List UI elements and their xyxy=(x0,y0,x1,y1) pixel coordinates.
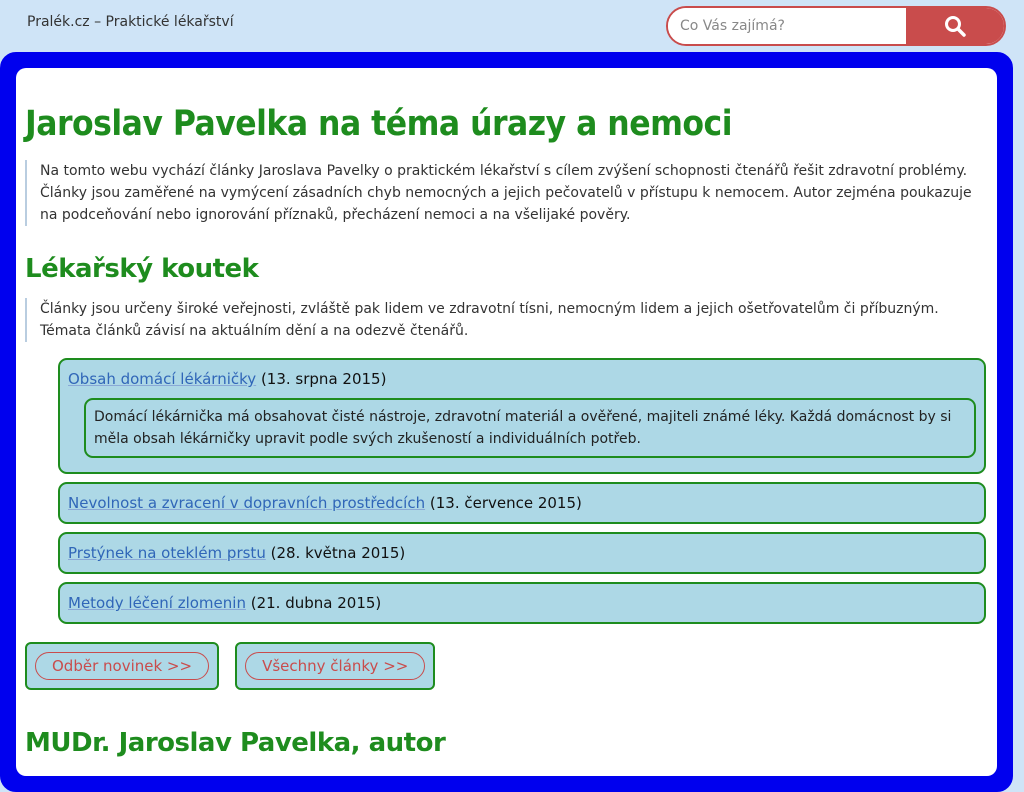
article-date: (13. srpna 2015) xyxy=(260,370,387,388)
article-date: (13. července 2015) xyxy=(429,494,582,512)
article-item: Metody léčení zlomenin (21. dubna 2015) xyxy=(58,582,986,624)
search-button[interactable] xyxy=(906,8,1004,44)
section-description: Články jsou určeny široké veřejnosti, zv… xyxy=(25,298,993,342)
article-link[interactable]: Metody léčení zlomenin xyxy=(68,594,246,612)
article-item: Obsah domácí lékárničky (13. srpna 2015)… xyxy=(58,358,986,474)
article-link[interactable]: Prstýnek na oteklém prstu xyxy=(68,544,266,562)
main-frame: Jaroslav Pavelka na téma úrazy a nemoci … xyxy=(0,52,1013,792)
main-content: Jaroslav Pavelka na téma úrazy a nemoci … xyxy=(25,104,993,758)
action-buttons: Odběr novinek >> Všechny články >> xyxy=(25,642,993,690)
section-title: Lékařský koutek xyxy=(25,254,259,284)
article-item: Nevolnost a zvracení v dopravních prostř… xyxy=(58,482,986,524)
search-input[interactable] xyxy=(668,8,906,44)
article-link[interactable]: Nevolnost a zvracení v dopravních prostř… xyxy=(68,494,425,512)
page-title: Jaroslav Pavelka na téma úrazy a nemoci xyxy=(25,104,732,144)
all-articles-box: Všechny články >> xyxy=(235,642,436,690)
site-title-link[interactable]: Pralék.cz – Praktické lékařství xyxy=(27,14,234,30)
top-bar: Pralék.cz – Praktické lékařství xyxy=(0,0,1024,50)
article-link[interactable]: Obsah domácí lékárničky xyxy=(68,370,256,388)
article-item: Prstýnek na oteklém prstu (28. května 20… xyxy=(58,532,986,574)
main-card: Jaroslav Pavelka na téma úrazy a nemoci … xyxy=(16,68,997,776)
all-articles-button[interactable]: Všechny články >> xyxy=(245,652,426,680)
subscribe-box: Odběr novinek >> xyxy=(25,642,220,690)
intro-text: Na tomto webu vychází články Jaroslava P… xyxy=(25,160,993,226)
search-icon xyxy=(945,16,966,37)
article-date: (28. května 2015) xyxy=(270,544,406,562)
article-list: Obsah domácí lékárničky (13. srpna 2015)… xyxy=(58,358,986,624)
search-form xyxy=(666,6,1006,46)
subscribe-button[interactable]: Odběr novinek >> xyxy=(35,652,210,680)
article-excerpt: Domácí lékárnička má obsahovat čisté nás… xyxy=(84,398,976,458)
author-title: MUDr. Jaroslav Pavelka, autor xyxy=(25,728,446,758)
article-date: (21. dubna 2015) xyxy=(250,594,382,612)
